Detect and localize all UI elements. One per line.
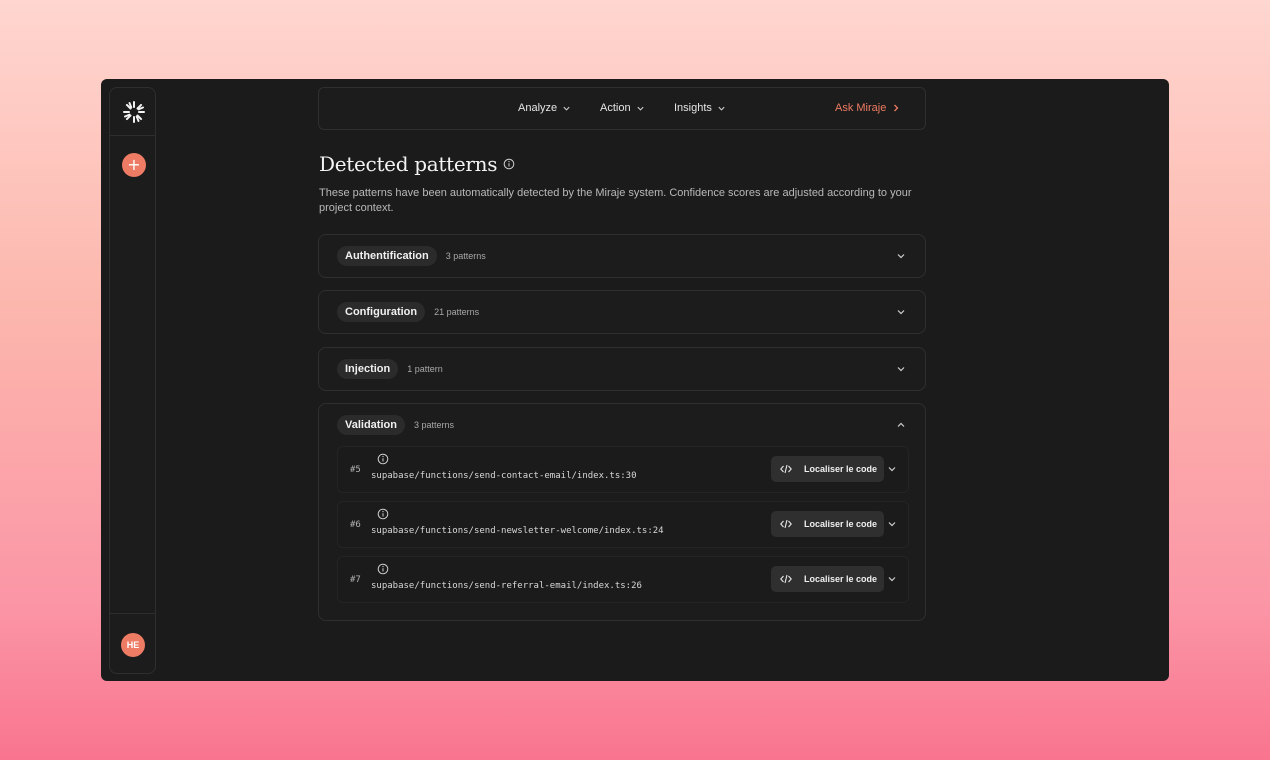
- code-icon: [780, 519, 792, 529]
- page-title-text: Detected patterns: [319, 152, 498, 176]
- group-authentification[interactable]: Authentification 3 patterns: [318, 234, 926, 278]
- group-count: 3 patterns: [413, 420, 454, 430]
- avatar[interactable]: HE: [121, 633, 145, 657]
- app-window: + HE Analyze Action Insights Ask Miraje …: [101, 79, 1169, 681]
- group-header: Authentification 3 patterns: [337, 246, 486, 266]
- pattern-number: #7: [350, 575, 361, 585]
- group-validation: Validation 3 patterns #5 supabase/functi…: [318, 403, 926, 621]
- locate-code-label: Localiser le code: [804, 574, 878, 584]
- locate-code-label: Localiser le code: [804, 464, 878, 474]
- group-tag: Validation: [337, 415, 405, 435]
- nav-insights[interactable]: Insights: [674, 102, 726, 114]
- group-count: 3 patterns: [445, 251, 486, 261]
- group-header: Configuration 21 patterns: [337, 302, 479, 322]
- locate-code-button[interactable]: Localiser le code: [771, 456, 884, 482]
- chevron-down-icon[interactable]: [896, 307, 906, 317]
- chevron-down-icon[interactable]: [896, 364, 906, 374]
- chevron-down-icon: [636, 106, 644, 111]
- chevron-down-icon[interactable]: [887, 519, 897, 529]
- code-icon: [780, 574, 792, 584]
- info-icon[interactable]: [377, 563, 389, 575]
- group-header: Injection 1 pattern: [337, 359, 443, 379]
- chevron-down-icon[interactable]: [896, 251, 906, 261]
- chevron-down-icon: [718, 106, 725, 111]
- group-configuration[interactable]: Configuration 21 patterns: [318, 290, 926, 334]
- group-header[interactable]: Validation 3 patterns: [337, 415, 454, 435]
- chevron-down-icon[interactable]: [887, 464, 897, 474]
- group-injection[interactable]: Injection 1 pattern: [318, 347, 926, 391]
- group-count: 1 pattern: [407, 364, 443, 374]
- info-icon[interactable]: [503, 158, 515, 170]
- page-title: Detected patterns: [319, 152, 515, 176]
- sidebar-divider: [110, 613, 155, 614]
- locate-code-button[interactable]: Localiser le code: [771, 566, 884, 592]
- info-icon[interactable]: [377, 453, 389, 465]
- locate-code-label: Localiser le code: [804, 519, 878, 529]
- info-icon[interactable]: [377, 508, 389, 520]
- group-count: 21 patterns: [434, 307, 480, 317]
- chevron-down-icon[interactable]: [887, 574, 897, 584]
- nav-action-label: Action: [600, 102, 631, 114]
- pattern-item: #6 supabase/functions/send-newsletter-we…: [337, 501, 909, 548]
- pattern-item: #5 supabase/functions/send-contact-email…: [337, 446, 909, 493]
- locate-code-button[interactable]: Localiser le code: [771, 511, 884, 537]
- nav-action[interactable]: Action: [600, 102, 645, 114]
- logo-icon[interactable]: [122, 100, 146, 124]
- pattern-number: #5: [350, 465, 361, 475]
- pattern-path: supabase/functions/send-newsletter-welco…: [371, 526, 664, 536]
- nav-analyze-label: Analyze: [518, 102, 558, 114]
- chevron-right-icon: [894, 104, 899, 112]
- nav-analyze[interactable]: Analyze: [518, 102, 571, 114]
- pattern-item: #7 supabase/functions/send-referral-emai…: [337, 556, 909, 603]
- ask-miraje-label: Ask Miraje: [835, 102, 887, 114]
- sidebar-divider: [110, 135, 155, 136]
- group-tag: Authentification: [337, 246, 437, 266]
- pattern-path: supabase/functions/send-referral-email/i…: [371, 581, 642, 591]
- chevron-down-icon: [563, 106, 570, 111]
- chevron-up-icon[interactable]: [896, 420, 906, 430]
- pattern-number: #6: [350, 520, 361, 530]
- group-tag: Configuration: [337, 302, 426, 322]
- add-button[interactable]: +: [122, 153, 146, 177]
- group-tag: Injection: [337, 359, 399, 379]
- page-description: These patterns have been automatically d…: [319, 187, 912, 214]
- nav-insights-label: Insights: [674, 102, 712, 114]
- pattern-path: supabase/functions/send-contact-email/in…: [371, 471, 637, 481]
- code-icon: [780, 464, 792, 474]
- ask-miraje-link[interactable]: Ask Miraje: [835, 102, 901, 114]
- top-navigation: Analyze Action Insights Ask Miraje: [318, 87, 926, 130]
- sidebar: + HE: [109, 87, 156, 674]
